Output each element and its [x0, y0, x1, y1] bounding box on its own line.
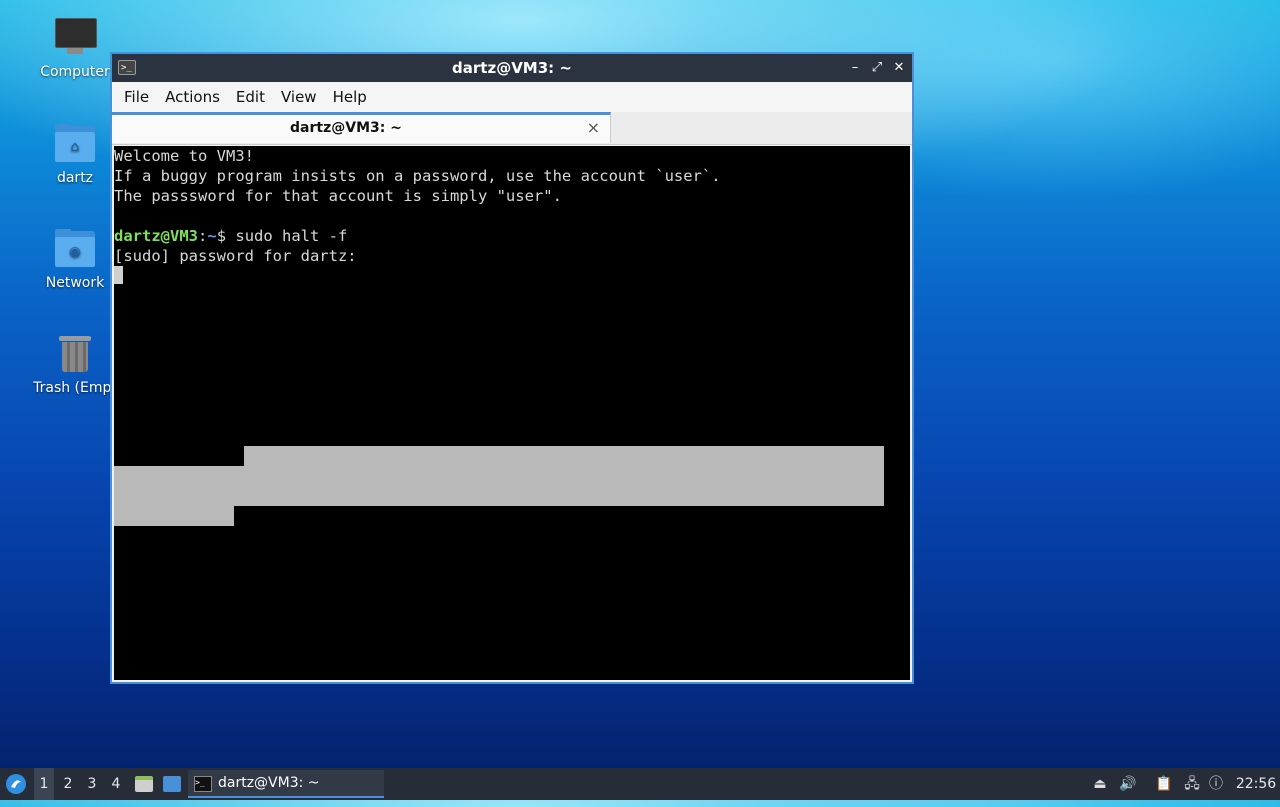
show-desktop-icon[interactable] — [163, 776, 181, 792]
taskbar: 1 2 3 4 >_ dartz@VM3: ~ ⏏ 🔊 📋 🖧 ⓘ 22:56 — [0, 768, 1280, 800]
tab-terminal[interactable]: dartz@VM3: ~ × — [112, 112, 611, 143]
workspace-2[interactable]: 2 — [58, 768, 78, 800]
taskbar-task-terminal[interactable]: >_ dartz@VM3: ~ — [188, 770, 384, 798]
clock[interactable]: 22:56 — [1234, 768, 1278, 800]
redaction-block — [114, 466, 244, 506]
sudo-prompt: [sudo] password for dartz: — [114, 247, 357, 265]
file-manager-launcher-icon[interactable] — [135, 776, 153, 792]
redaction-block — [244, 446, 884, 506]
network-folder-icon: ◉ — [53, 227, 97, 271]
terminal-window[interactable]: >_ dartz@VM3: ~ – ⤢ ✕ File Actions Edit … — [110, 52, 914, 684]
tab-close-icon[interactable]: × — [587, 118, 600, 137]
cursor-line — [114, 266, 910, 286]
prompt-user: dartz@VM3 — [114, 227, 198, 245]
workspace-4[interactable]: 4 — [106, 768, 126, 800]
prompt-separator: : — [198, 227, 208, 245]
maximize-button[interactable]: ⤢ — [868, 58, 886, 78]
prompt-symbol: $ — [216, 227, 236, 245]
terminal-line: Welcome to VM3! — [114, 147, 254, 165]
prompt-path: ~ — [207, 227, 217, 245]
terminal-line: The passsword for that account is simply… — [114, 187, 562, 205]
tab-label: dartz@VM3: ~ — [290, 120, 402, 136]
terminal-icon: >_ — [194, 776, 212, 792]
redaction-block — [114, 506, 234, 526]
menu-view[interactable]: View — [273, 88, 325, 106]
menu-help[interactable]: Help — [325, 88, 375, 106]
window-title: dartz@VM3: ~ — [452, 59, 572, 77]
clipboard-icon[interactable]: 📋 — [1155, 775, 1173, 793]
text-cursor — [114, 266, 123, 284]
terminal-line: If a buggy program insists on a password… — [114, 167, 721, 185]
volume-icon[interactable]: 🔊 — [1119, 775, 1137, 793]
terminal-prompt-line: dartz@VM3:~$ sudo halt -f — [114, 226, 910, 246]
network-icon[interactable]: 🖧 — [1183, 775, 1201, 793]
close-button[interactable]: ✕ — [890, 58, 908, 78]
menu-file[interactable]: File — [116, 88, 157, 106]
task-label: dartz@VM3: ~ — [218, 775, 320, 791]
terminal-output[interactable]: Welcome to VM3! If a buggy program insis… — [114, 146, 910, 680]
command-text: sudo halt -f — [235, 227, 348, 245]
menu-bar: File Actions Edit View Help — [112, 82, 912, 112]
workspace-3[interactable]: 3 — [82, 768, 102, 800]
tab-bar: dartz@VM3: ~ × — [112, 112, 912, 145]
workspace-1[interactable]: 1 — [34, 768, 54, 800]
minimize-button[interactable]: – — [846, 58, 864, 78]
start-menu-icon[interactable] — [4, 768, 28, 800]
menu-actions[interactable]: Actions — [157, 88, 228, 106]
trash-icon — [53, 332, 97, 376]
notification-icon[interactable]: ⓘ — [1207, 775, 1225, 793]
computer-icon — [53, 16, 97, 60]
menu-edit[interactable]: Edit — [228, 88, 273, 106]
window-titlebar[interactable]: >_ dartz@VM3: ~ – ⤢ ✕ — [112, 54, 912, 82]
tray-eject-icon[interactable]: ⏏ — [1091, 775, 1109, 793]
home-folder-icon: ⌂ — [53, 122, 97, 166]
